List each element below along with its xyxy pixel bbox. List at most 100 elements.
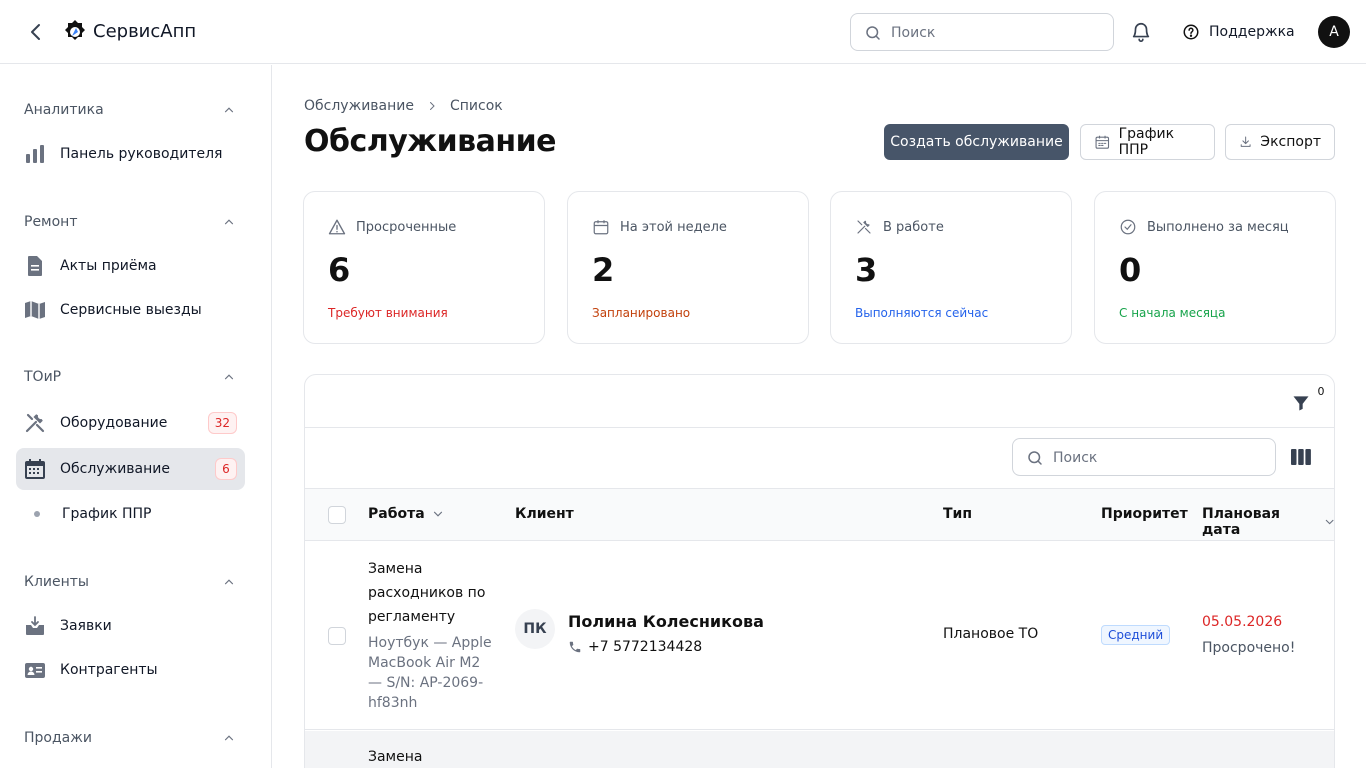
- column-header-work[interactable]: Работа: [368, 506, 445, 522]
- breadcrumb-current: Список: [450, 98, 503, 114]
- filter-icon: [1293, 396, 1309, 411]
- calendar-icon: [593, 220, 609, 235]
- sidebar-section-repair[interactable]: Ремонт: [24, 210, 236, 234]
- user-avatar[interactable]: A: [1318, 16, 1350, 48]
- column-header-priority[interactable]: Приоритет: [1101, 506, 1188, 522]
- chevron-up-icon: [224, 735, 234, 741]
- table-search[interactable]: [1012, 438, 1276, 476]
- column-label: Плановая дата: [1202, 506, 1281, 538]
- inbox-icon: [26, 616, 44, 635]
- chevron-up-icon: [224, 107, 234, 113]
- sidebar-item-label: Контрагенты: [60, 662, 158, 678]
- sidebar-item-dashboard[interactable]: Панель руководителя: [16, 133, 245, 175]
- count-badge: 6: [215, 458, 237, 480]
- app-logo-icon: [65, 20, 85, 40]
- stat-value: 3: [855, 251, 878, 289]
- table-row[interactable]: Замена расходников по регламенту Ноутбук…: [305, 541, 1334, 730]
- phone-number: +7 5772134428: [588, 639, 703, 655]
- table-header: Работа Клиент Тип Приоритет Плановая дат…: [305, 488, 1334, 541]
- client-name[interactable]: Полина Колесникова: [568, 612, 764, 631]
- count-badge: 32: [207, 412, 237, 434]
- bar-chart-icon: [26, 145, 44, 163]
- column-label: Работа: [368, 506, 425, 522]
- create-maintenance-button[interactable]: Создать обслуживание: [884, 124, 1069, 160]
- table-row[interactable]: Замена: [305, 731, 1334, 768]
- stat-card-overdue[interactable]: Просроченные 6 Требуют внимания: [303, 191, 545, 344]
- stat-value: 6: [328, 251, 351, 289]
- columns-icon[interactable]: [1291, 448, 1311, 466]
- column-label: Приоритет: [1101, 506, 1188, 522]
- priority-badge: Средний: [1101, 625, 1171, 645]
- chevron-up-icon: [224, 579, 234, 585]
- row-checkbox[interactable]: [328, 627, 346, 645]
- app-name: СервисАпп: [93, 21, 197, 42]
- sidebar-item-maintenance[interactable]: Обслуживание 6: [16, 448, 245, 490]
- divider: [305, 427, 1334, 428]
- sidebar-section-clients[interactable]: Клиенты: [24, 570, 236, 594]
- sidebar-item-label: Заявки: [60, 618, 112, 634]
- section-title: Клиенты: [24, 574, 89, 590]
- sidebar-section-analytics[interactable]: Аналитика: [24, 98, 236, 122]
- back-arrow-icon[interactable]: [24, 20, 48, 44]
- work-subtitle: Ноутбук — Apple MacBook Air M2 — S/N: AP…: [368, 635, 492, 711]
- column-header-planned-date[interactable]: Плановая дата: [1202, 506, 1334, 538]
- tools-icon: [25, 413, 45, 433]
- column-header-type[interactable]: Тип: [943, 506, 972, 522]
- stat-label: Выполнено за месяц: [1147, 219, 1289, 235]
- column-header-client[interactable]: Клиент: [515, 506, 574, 522]
- sidebar-item-requests[interactable]: Заявки: [16, 605, 245, 647]
- page-title: Обслуживание: [304, 124, 556, 159]
- sidebar-item-ppr-schedule[interactable]: График ППР: [16, 493, 245, 535]
- sidebar-item-label: График ППР: [62, 506, 152, 522]
- button-label: График ППР: [1118, 126, 1175, 158]
- filter-button[interactable]: 0: [1291, 383, 1330, 413]
- sidebar-item-equipment[interactable]: Оборудование 32: [16, 402, 245, 444]
- stat-card-this-week[interactable]: На этой неделе 2 Запланировано: [567, 191, 809, 344]
- support-label: Поддержка: [1209, 24, 1295, 40]
- support-button[interactable]: Поддержка: [1182, 20, 1295, 44]
- help-circle-icon: [1183, 24, 1199, 40]
- stat-label: На этой неделе: [620, 219, 727, 235]
- stat-sub: Запланировано: [592, 306, 691, 320]
- sidebar-section-toir[interactable]: ТОиР: [24, 365, 236, 389]
- search-input[interactable]: [891, 22, 1101, 44]
- ppr-schedule-button[interactable]: График ППР: [1080, 124, 1215, 160]
- calendar-icon: [1095, 135, 1110, 149]
- stat-card-done-month[interactable]: Выполнено за месяц 0 С начала месяца: [1094, 191, 1336, 344]
- search-icon: [866, 26, 880, 40]
- breadcrumb: Обслуживание Список: [304, 96, 503, 116]
- bell-icon[interactable]: [1130, 21, 1152, 43]
- top-bar: СервисАпп Поддержка A: [0, 0, 1366, 64]
- bullet-dot: [34, 511, 40, 517]
- tools-icon: [857, 220, 871, 234]
- type-cell: Плановое ТО: [943, 626, 1039, 642]
- stat-value: 0: [1119, 251, 1142, 289]
- work-title: Замена расходников по регламенту: [368, 561, 486, 625]
- chevron-up-icon: [224, 374, 234, 380]
- chevron-up-icon: [224, 219, 234, 225]
- sidebar-item-counterparties[interactable]: Контрагенты: [16, 649, 245, 691]
- phone-icon: [569, 641, 581, 653]
- check-circle-icon: [1120, 219, 1136, 235]
- section-title: Продажи: [24, 730, 92, 746]
- warning-icon: [328, 219, 346, 235]
- sidebar: Аналитика Панель руководителя Ремонт Акт…: [0, 65, 272, 768]
- calendar-icon: [25, 459, 45, 479]
- sidebar-item-service-trips[interactable]: Сервисные выезды: [16, 289, 245, 331]
- maintenance-table-panel: 0 Работа Клиент Тип Приоритет Плановая д…: [304, 374, 1335, 768]
- client-phone[interactable]: +7 5772134428: [568, 639, 702, 655]
- sidebar-section-sales[interactable]: Продажи: [24, 726, 236, 750]
- sidebar-item-label: Панель руководителя: [60, 146, 223, 162]
- table-search-input[interactable]: [1053, 447, 1263, 469]
- column-label: Клиент: [515, 506, 574, 522]
- breadcrumb-link-maintenance[interactable]: Обслуживание: [304, 98, 414, 114]
- export-button[interactable]: Экспорт: [1225, 124, 1335, 160]
- planned-date: 05.05.2026: [1202, 614, 1283, 630]
- section-title: Аналитика: [24, 102, 104, 118]
- select-all-checkbox[interactable]: [328, 506, 346, 524]
- section-title: Ремонт: [24, 214, 78, 230]
- global-search[interactable]: [850, 13, 1114, 51]
- sidebar-item-acts[interactable]: Акты приёма: [16, 245, 245, 287]
- stat-card-in-progress[interactable]: В работе 3 Выполняются сейчас: [830, 191, 1072, 344]
- column-label: Тип: [943, 506, 973, 522]
